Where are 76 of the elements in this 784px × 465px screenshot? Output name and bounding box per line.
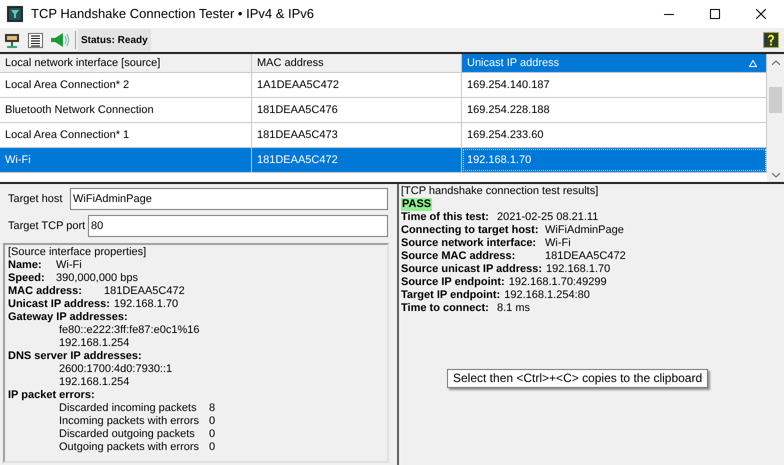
megaphone-icon[interactable] — [51, 33, 69, 47]
maximize-icon — [710, 9, 720, 19]
table-cell: 181DEAA5C472 — [252, 148, 462, 172]
property-value: 192.168.1.70 — [114, 298, 178, 311]
status-badge: PASS — [401, 198, 432, 211]
scroll-up-icon[interactable] — [772, 60, 780, 65]
property-value: WiFiAdminPage — [545, 224, 624, 237]
property-label: Source network interface: — [401, 237, 538, 250]
target-port-label: Target TCP port — [8, 218, 86, 234]
table-row[interactable]: Wi-Fi 181DEAA5C472 192.168.1.70 — [0, 148, 767, 173]
counter-value: 0 — [209, 441, 216, 454]
property-label: Time of this test: — [401, 211, 490, 224]
table-row[interactable]: Local Area Connection* 2 1A1DEAA5C472 169.254.140.187 — [0, 73, 767, 98]
table-cell: Local Area Connection* 1 — [0, 123, 252, 147]
property-value: 192.168.1.70 — [546, 263, 610, 276]
scroll-down-icon[interactable] — [772, 173, 780, 178]
table-cell: 1A1DEAA5C472 — [252, 73, 462, 97]
property-label: Source MAC address: — [401, 250, 516, 263]
counter-label: Outgoing packets with errors — [59, 441, 200, 454]
table-cell: Local Area Connection* 2 — [0, 73, 252, 97]
property-label: Unicast IP address: — [8, 298, 110, 311]
property-label: Source IP endpoint: — [401, 276, 505, 289]
column-header[interactable]: Local network interface [source] — [0, 54, 252, 72]
table-cell: 181DEAA5C476 — [252, 98, 462, 122]
app-icon — [7, 6, 23, 22]
counter-value: 8 — [209, 402, 216, 415]
target-host-field[interactable]: WiFiAdminPage — [70, 188, 388, 210]
property-value: 390,000,000 bps — [56, 272, 138, 285]
property-label: Connecting to target host: — [401, 224, 540, 237]
panel-heading: [Source interface properties] — [8, 246, 148, 259]
column-header[interactable]: Unicast IP address — [462, 54, 767, 72]
property-value: 192.168.1.70:49299 — [508, 276, 607, 289]
table-cell: 181DEAA5C473 — [252, 123, 462, 147]
counter-label: Discarded outgoing packets — [59, 428, 196, 441]
help-icon[interactable] — [763, 32, 779, 48]
counter-label: Discarded incoming packets — [59, 402, 198, 415]
property-value: 8.1 ms — [497, 302, 530, 315]
tooltip: Select then <Ctrl>+<C> copies to the clipboard — [447, 369, 708, 388]
table-cell: Wi-Fi — [0, 148, 252, 172]
target-port-field[interactable]: 80 — [88, 215, 388, 237]
section-label: DNS server IP addresses: — [8, 350, 142, 363]
property-value: 192.168.1.254 — [59, 376, 130, 389]
table-cell: Bluetooth Network Connection — [0, 98, 252, 122]
property-value: 181DEAA5C472 — [104, 285, 185, 298]
table-row[interactable]: Bluetooth Network Connection 181DEAA5C476 169.254.228.188 — [0, 98, 767, 123]
scrollbar[interactable] — [767, 54, 784, 182]
table-row[interactable]: Local Area Connection* 1 181DEAA5C473 169.254.233.60 — [0, 123, 767, 148]
status-label: Status: Ready — [78, 29, 151, 51]
property-value: fe80::e222:3ff:fe87:e0c1%16 — [59, 324, 200, 337]
property-value: 2600:1700:4d0:7930::1 — [59, 363, 172, 376]
property-value: Wi-Fi — [545, 237, 571, 250]
property-label: Time to connect: — [401, 302, 490, 315]
target-host-label: Target host — [8, 192, 64, 207]
section-label: IP packet errors: — [8, 389, 95, 402]
network-card-icon[interactable] — [4, 32, 20, 48]
property-label: Source unicast IP address: — [401, 263, 542, 276]
property-value: Wi-Fi — [56, 259, 82, 272]
sort-ascending-icon — [749, 60, 757, 66]
property-label: Name: — [8, 259, 43, 272]
property-label: MAC address: — [8, 285, 83, 298]
panel-heading: [TCP handshake connection test results] — [401, 185, 600, 198]
counter-value: 0 — [209, 428, 216, 441]
property-label: Target IP endpoint: — [401, 289, 500, 302]
section-label: Gateway IP addresses: — [8, 311, 128, 324]
counter-label: Incoming packets with errors — [59, 415, 200, 428]
property-value: 2021-02-25 08.21.11 — [497, 211, 598, 224]
property-value: 192.168.1.254:80 — [504, 289, 590, 302]
property-label: Speed: — [8, 272, 46, 285]
property-value: 192.168.1.254 — [59, 337, 130, 350]
counter-value: 0 — [209, 415, 216, 428]
table-cell: 192.168.1.70 — [462, 148, 767, 172]
scroll-thumb[interactable] — [769, 87, 782, 113]
close-icon — [756, 9, 766, 19]
window-title: TCP Handshake Connection Tester • IPv4 & IPv6 — [31, 5, 314, 24]
list-icon[interactable] — [28, 32, 43, 48]
property-value: 181DEAA5C472 — [545, 250, 626, 263]
